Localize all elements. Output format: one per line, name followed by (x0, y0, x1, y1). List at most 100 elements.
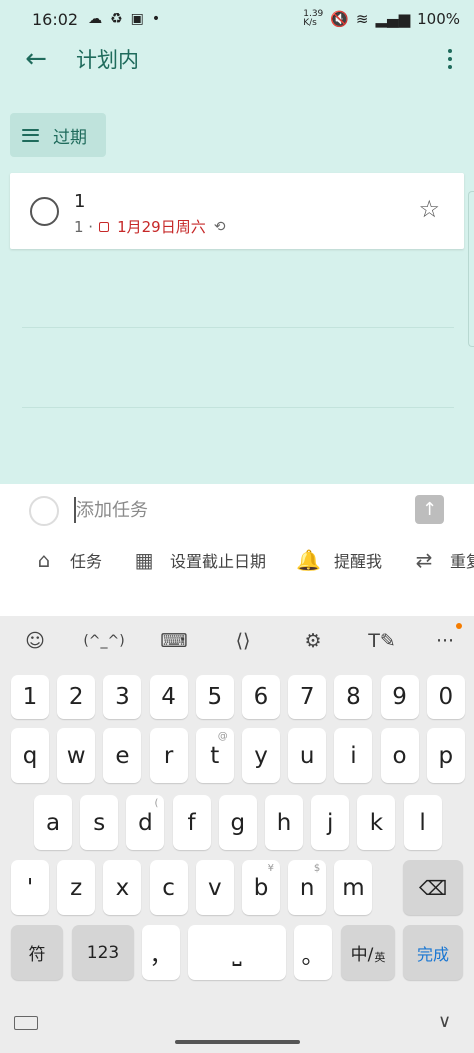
handwriting-icon: T✎ (368, 630, 396, 652)
key-p[interactable]: p (426, 728, 465, 783)
key-j[interactable]: j (311, 795, 350, 850)
key-e[interactable]: e (103, 728, 142, 783)
key-5[interactable]: 5 (195, 675, 234, 719)
key-n[interactable]: n $ (288, 860, 327, 915)
new-task-checkbox (29, 496, 59, 526)
section-overdue-toggle[interactable]: 过期 (10, 113, 106, 157)
submit-task-button[interactable]: ↑ (415, 495, 444, 524)
key-o[interactable]: o (380, 728, 419, 783)
back-button[interactable]: ← (22, 44, 50, 74)
section-label: 过期 (53, 127, 87, 148)
symbol-key[interactable]: 符 (11, 925, 63, 980)
key-label: h (276, 809, 292, 836)
key-label: 1 (22, 684, 38, 710)
key-m[interactable]: m (334, 860, 373, 915)
key-z[interactable]: z (57, 860, 96, 915)
backspace-icon: ⌫ (418, 875, 448, 900)
key-hint: @ (217, 731, 228, 742)
action-label: 设置截止日期 (170, 552, 267, 571)
key-f[interactable]: f (172, 795, 211, 850)
handwriting-button[interactable]: T✎ (366, 626, 398, 656)
key-3[interactable]: 3 (103, 675, 142, 719)
done-key[interactable]: 完成 (403, 925, 463, 980)
list-divider (22, 407, 454, 408)
key-label: k (369, 809, 384, 836)
key-v[interactable]: v (195, 860, 234, 915)
key-4[interactable]: 4 (149, 675, 188, 719)
mute-icon: 🔇 (330, 10, 349, 28)
key-8[interactable]: 8 (334, 675, 373, 719)
key-i[interactable]: i (334, 728, 373, 783)
bell-icon: 🔔 (296, 548, 321, 572)
key-label: u (299, 742, 315, 769)
emoji-button[interactable]: ☺ (20, 626, 50, 656)
star-button[interactable]: ☆ (418, 197, 440, 221)
keyboard-layout-icon[interactable] (14, 1016, 38, 1030)
key-y[interactable]: y (242, 728, 280, 783)
scrollbar[interactable] (468, 191, 474, 347)
key-l[interactable]: l (403, 795, 442, 850)
kaomoji-button[interactable]: (^_^) (83, 626, 124, 656)
key-x[interactable]: x (103, 860, 142, 915)
task-complete-checkbox[interactable] (30, 197, 59, 226)
key-k[interactable]: k (357, 795, 396, 850)
key-q[interactable]: q (11, 728, 49, 783)
key-w[interactable]: w (57, 728, 96, 783)
dot-icon: • (151, 11, 161, 27)
house-check-icon: ⌂ (37, 548, 51, 572)
task-title: 1 (74, 191, 86, 212)
number-mode-key[interactable]: 123 (72, 925, 134, 980)
key-label: c (162, 874, 175, 901)
key-6[interactable]: 6 (242, 675, 280, 719)
key-h[interactable]: h (265, 795, 303, 850)
key-1[interactable]: 1 (11, 675, 49, 719)
more-options-button[interactable] (440, 45, 460, 73)
key-c[interactable]: c (149, 860, 188, 915)
key-t[interactable]: t @ (195, 728, 234, 783)
key-2[interactable]: 2 (57, 675, 96, 719)
calendar-icon (99, 221, 110, 232)
key-r[interactable]: r (149, 728, 188, 783)
key-9[interactable]: 9 (380, 675, 419, 719)
list-icon (22, 128, 39, 142)
language-switch-key[interactable]: 中/英 (341, 925, 395, 980)
action-set-due-date[interactable]: ▦ 设置截止日期 (132, 548, 266, 572)
key-0[interactable]: 0 (426, 675, 465, 719)
action-repeat[interactable]: ⇄ 重复 (412, 548, 474, 572)
key-label: y (254, 742, 268, 769)
key-a[interactable]: a (34, 795, 72, 850)
keyboard-icon: ⌨ (160, 630, 188, 652)
settings-button[interactable]: ⚙ (298, 626, 328, 656)
key-d[interactable]: d( (126, 795, 165, 850)
key-7[interactable]: 7 (288, 675, 327, 719)
status-right: 1.39 K/s 🔇 ≋ ▂▄▆ 100% (303, 10, 460, 29)
key-s[interactable]: s (80, 795, 119, 850)
period-key[interactable]: 。 (294, 925, 332, 980)
key-g[interactable]: g (218, 795, 257, 850)
key-label: o (392, 742, 407, 769)
key-b[interactable]: b ¥ (242, 860, 280, 915)
hide-keyboard-button[interactable]: ∨ (438, 1011, 451, 1032)
key-label: 符 (28, 945, 46, 965)
backspace-key[interactable]: ⌫ (403, 860, 463, 915)
action-remind-me[interactable]: 🔔 提醒我 (296, 548, 382, 572)
task-item[interactable]: 1 1 · 1月29日周六 ⟲ ☆ (10, 173, 464, 249)
key-label: ' (26, 874, 34, 901)
key-label: f (187, 809, 196, 836)
key-label: e (115, 742, 130, 769)
comma-key[interactable]: ， (142, 925, 180, 980)
space-key[interactable]: ⎵ (188, 925, 286, 980)
key-label: w (66, 742, 86, 769)
key-label: s (93, 809, 106, 836)
page-title: 计划内 (76, 48, 139, 72)
key-u[interactable]: u (288, 728, 327, 783)
more-tools-button[interactable]: ··· (432, 623, 462, 656)
key-label: x (115, 874, 130, 901)
keyboard-switch-button[interactable]: ⌨ (158, 626, 190, 656)
add-task-input[interactable] (76, 494, 396, 526)
action-label: 任务 (70, 552, 103, 571)
action-task-list[interactable]: ⌂ 任务 (32, 548, 102, 572)
cursor-move-button[interactable]: ⟨⟩ (228, 626, 258, 656)
key-label: ⎵ (232, 939, 242, 966)
key-apostrophe[interactable]: ' (11, 860, 49, 915)
